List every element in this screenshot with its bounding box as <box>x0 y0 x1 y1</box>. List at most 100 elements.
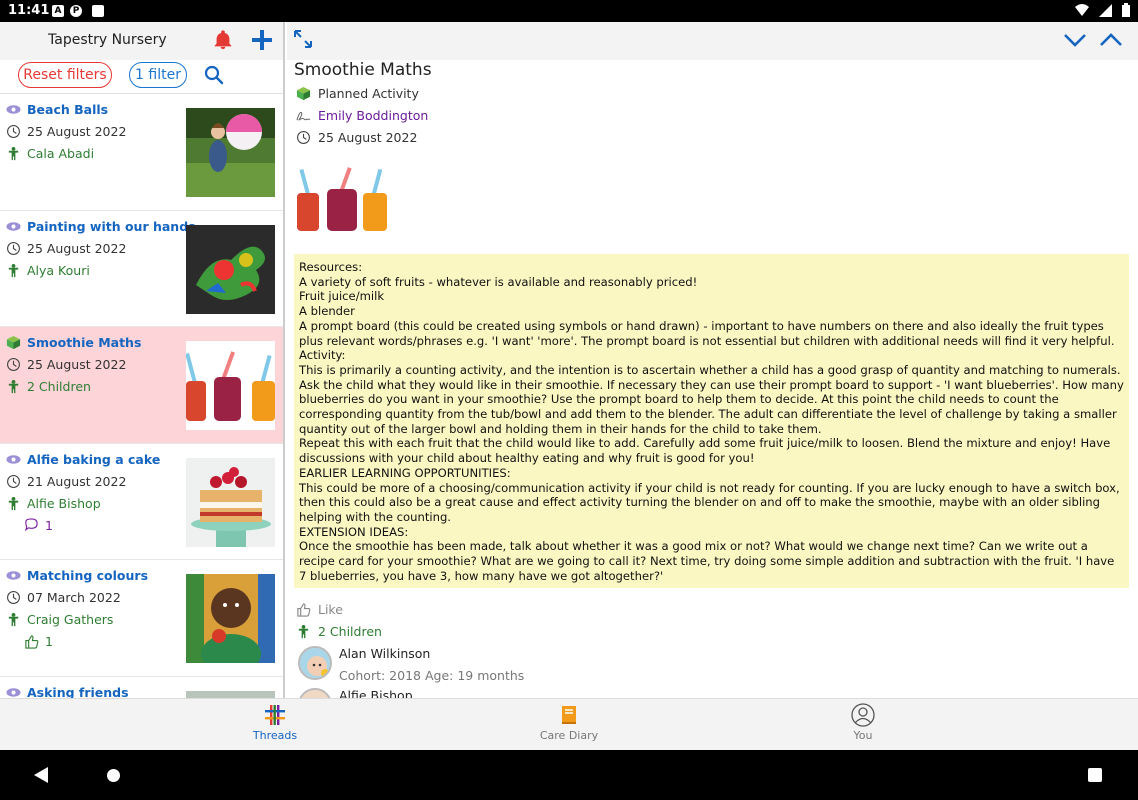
child-icon <box>8 146 19 161</box>
list-item-date: 21 August 2022 <box>27 473 127 489</box>
list-item-date: 25 August 2022 <box>27 357 127 372</box>
tab-you[interactable]: You <box>803 703 923 742</box>
list-item-children: Cala Abadi <box>27 146 95 161</box>
comment-icon <box>24 517 38 531</box>
chevron-down-icon[interactable] <box>1063 30 1087 50</box>
filter-button[interactable]: 1 filter <box>129 62 187 88</box>
thumbnail-matching-colours <box>186 574 275 663</box>
thumbs-up-icon <box>25 635 39 649</box>
tab-care-diary-label: Care Diary <box>539 729 599 742</box>
thumbnail-beach-balls <box>186 108 275 197</box>
child-name: Alfie Bishop <box>339 688 413 698</box>
list-item-date: 25 August 2022 <box>27 240 127 256</box>
avatar <box>298 688 332 698</box>
expand-icon[interactable] <box>293 29 313 49</box>
chevron-up-icon[interactable] <box>1099 30 1123 50</box>
system-navigation-bar <box>0 750 1138 800</box>
thumbnail-smoothies <box>186 341 275 430</box>
planned-activity-cube-icon <box>296 86 311 101</box>
child-icon <box>8 263 19 277</box>
tab-threads-label: Threads <box>252 729 298 742</box>
tab-you-label: You <box>853 729 873 742</box>
list-item-title: Beach Balls <box>27 102 109 117</box>
notification-a-icon: A <box>52 5 64 17</box>
list-item-children: Alfie Bishop <box>27 495 101 511</box>
child-name: Alan Wilkinson <box>339 646 431 661</box>
battery-icon <box>1122 3 1130 17</box>
thumbs-up-icon <box>297 603 311 617</box>
observation-author: Emily Boddington <box>318 108 429 123</box>
list-item[interactable]: Painting with our hands 25 August 2022 A… <box>0 211 283 327</box>
child-info: Cohort: 2018 Age: 19 months <box>339 668 525 683</box>
user-profile-icon <box>851 703 875 727</box>
add-icon[interactable] <box>250 28 274 52</box>
like-button[interactable]: Like <box>296 602 343 617</box>
eye-icon <box>6 454 21 464</box>
back-icon[interactable] <box>34 767 48 783</box>
nursery-title: Tapestry Nursery <box>48 32 167 48</box>
clock-icon <box>7 591 20 604</box>
filter-bar: Reset filters 1 filter <box>0 60 283 94</box>
thumbnail-painting-hands <box>186 224 275 314</box>
thumbnail-asking-friends <box>186 690 275 698</box>
wifi-icon <box>1075 4 1089 16</box>
list-item-children: Alya Kouri <box>27 262 90 278</box>
observation-date: 25 August 2022 <box>318 130 418 145</box>
child-icon <box>8 496 19 510</box>
clock-icon <box>7 125 20 138</box>
eye-icon <box>6 571 21 580</box>
observation-body: Resources: A variety of soft fruits - wh… <box>294 254 1129 588</box>
list-item-title: Smoothie Maths <box>27 335 142 350</box>
eye-icon <box>6 687 21 697</box>
observation-list-panel: Tapestry Nursery Reset filters 1 filter … <box>0 22 285 698</box>
recent-apps-icon[interactable] <box>1088 768 1102 782</box>
status-bar: 11:41 A P <box>0 0 1138 22</box>
notification-p-icon: P <box>70 5 82 17</box>
eye-icon <box>6 105 21 114</box>
children-section-header: 2 Children <box>296 624 382 639</box>
search-icon[interactable] <box>204 65 224 85</box>
observation-detail-panel: Smoothie Maths Planned Activity Emily Bo… <box>287 22 1138 698</box>
smoothie-image[interactable] <box>297 167 389 233</box>
list-item[interactable]: Matching colours 07 March 2022 Craig Gat… <box>0 560 283 677</box>
comment-count: 1 <box>45 517 53 533</box>
list-item-date: 07 March 2022 <box>27 590 121 605</box>
avatar <box>298 646 332 680</box>
child-icon <box>8 379 19 394</box>
list-item[interactable]: Asking friends <box>0 677 283 699</box>
list-item-selected[interactable]: Smoothie Maths 25 August 2022 2 Children <box>0 327 283 444</box>
clock-icon <box>7 358 20 371</box>
clock-icon <box>297 131 310 144</box>
child-icon <box>8 612 19 627</box>
like-count: 1 <box>45 634 53 649</box>
children-count-label: 2 Children <box>318 624 382 639</box>
reset-filters-button[interactable]: Reset filters <box>18 62 112 88</box>
planned-activity-cube-icon <box>6 335 21 350</box>
child-icon <box>298 624 309 639</box>
tab-care-diary[interactable]: Care Diary <box>509 703 629 742</box>
home-icon[interactable] <box>107 769 120 782</box>
list-item-children: Craig Gathers <box>27 612 114 627</box>
tab-threads[interactable]: Threads <box>215 703 335 742</box>
bottom-navigation: Threads Care Diary You <box>0 698 1138 750</box>
list-item-title: Painting with our hands <box>27 218 196 234</box>
sd-card-icon <box>92 5 104 17</box>
thumbnail-cake <box>186 457 275 547</box>
clock-icon <box>7 241 20 255</box>
list-item-date: 25 August 2022 <box>27 124 127 139</box>
like-label: Like <box>318 602 343 617</box>
list-item[interactable]: Alfie baking a cake 21 August 2022 Alfie… <box>0 444 283 560</box>
list-item-title: Asking friends <box>27 684 129 699</box>
eye-icon <box>6 221 21 231</box>
detail-header <box>287 22 1138 60</box>
list-item-children: 2 Children <box>27 379 91 394</box>
list-header: Tapestry Nursery <box>0 22 283 60</box>
list-item-title: Matching colours <box>27 568 149 583</box>
clock-icon <box>7 474 20 488</box>
threads-icon <box>265 705 285 725</box>
signal-icon <box>1099 3 1112 17</box>
list-item-title: Alfie baking a cake <box>27 451 161 467</box>
list-item[interactable]: Beach Balls 25 August 2022 Cala Abadi <box>0 94 283 211</box>
care-diary-book-icon <box>562 706 576 724</box>
bell-icon[interactable] <box>212 29 234 51</box>
